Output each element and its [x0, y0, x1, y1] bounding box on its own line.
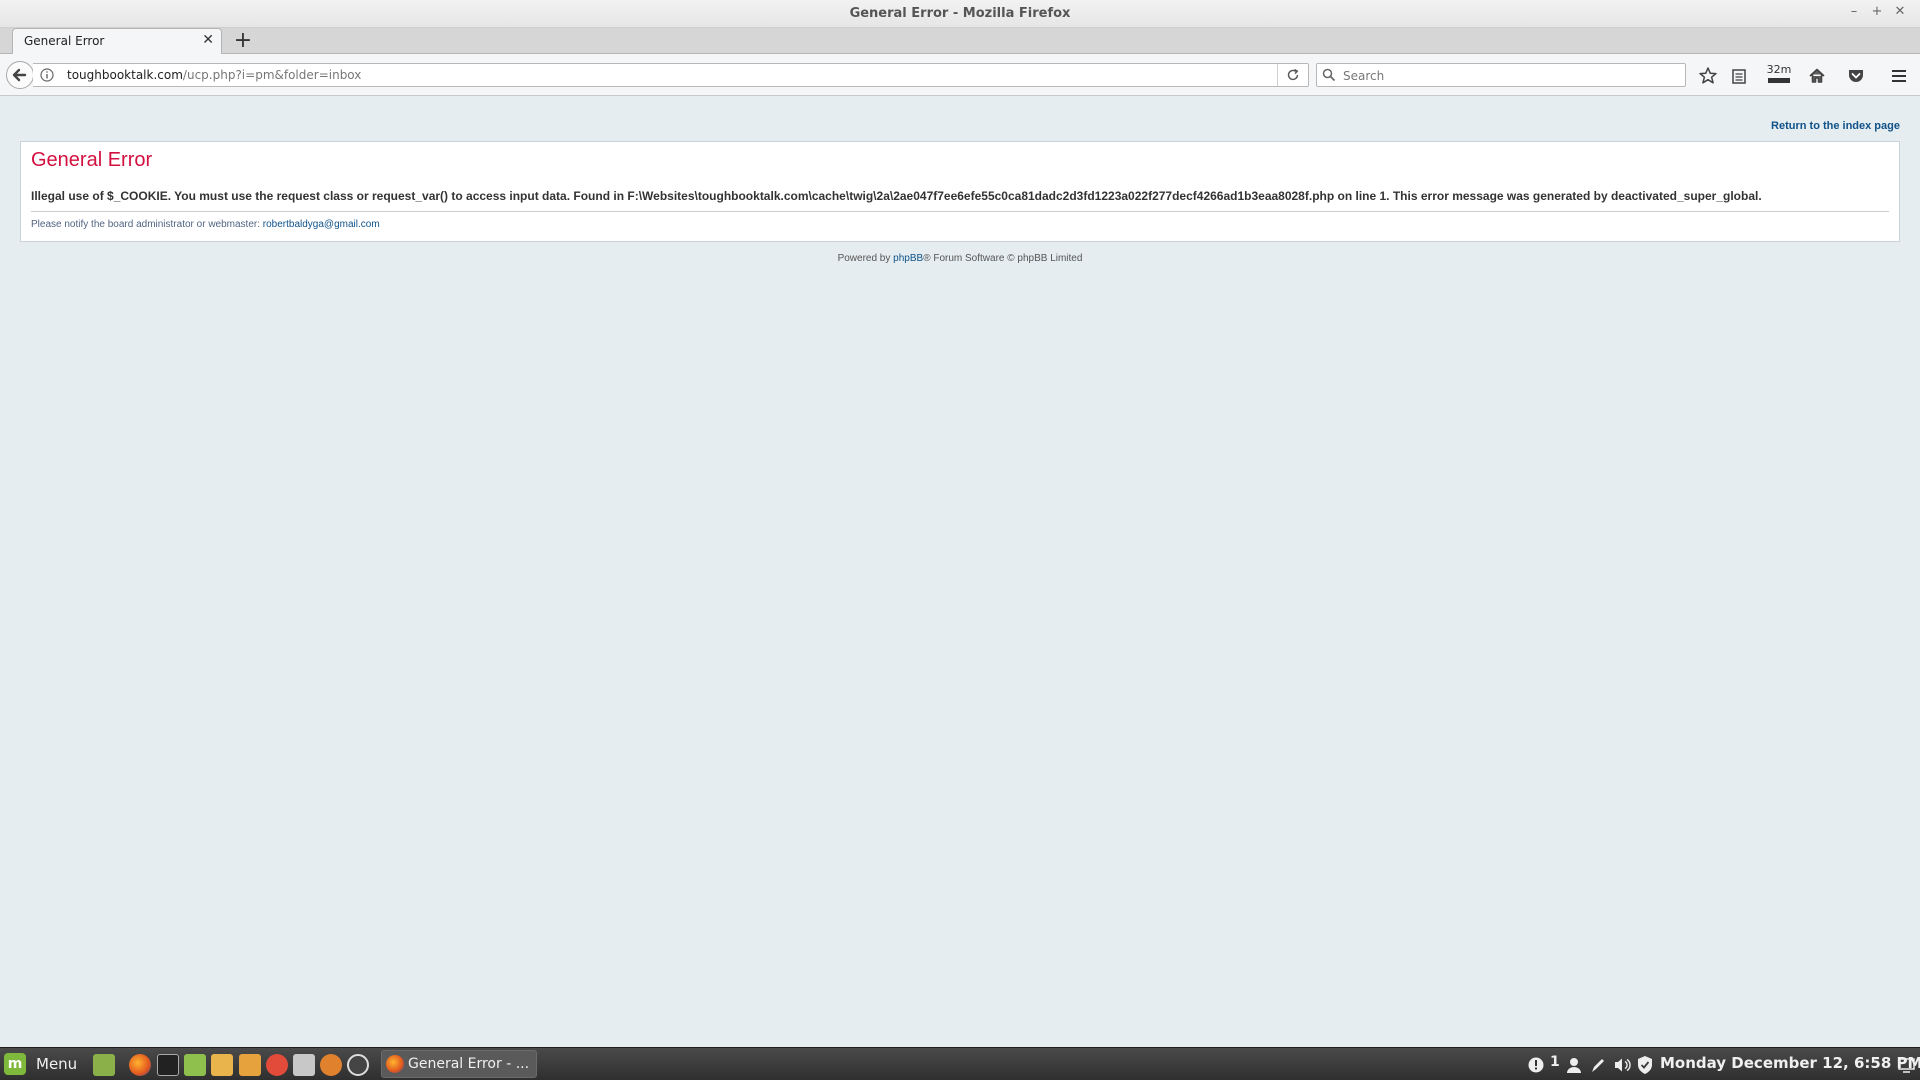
url-text[interactable]: toughbooktalk.com/ucp.php?i=pm&folder=in… [67, 68, 361, 82]
tab-close-icon[interactable]: ✕ [202, 32, 214, 48]
mint-logo-icon: m [4, 1053, 26, 1075]
hamburger-menu-icon[interactable] [1888, 65, 1910, 87]
firefox-launcher-icon[interactable] [129, 1054, 151, 1076]
webmaster-email-link[interactable]: robertbaldyga@gmail.com [263, 219, 380, 230]
timer-bar [1768, 78, 1790, 83]
search-icon [1322, 68, 1336, 82]
tab-general-error[interactable]: General Error ✕ [12, 28, 222, 55]
bookmark-star-icon[interactable] [1697, 65, 1719, 87]
task-label: General Error - ... [408, 1056, 530, 1072]
timer-addon-button[interactable]: 32m [1765, 63, 1793, 83]
files-launcher-icon[interactable] [184, 1054, 206, 1076]
menu-label: Menu [36, 1055, 78, 1073]
new-tab-button[interactable]: + [232, 28, 254, 54]
chrome-launcher-icon[interactable] [320, 1054, 342, 1076]
footer-suffix: ® Forum Software © phpBB Limited [923, 253, 1083, 264]
terminal-launcher-icon[interactable] [157, 1054, 179, 1076]
window-titlebar: General Error - Mozilla Firefox – + ✕ [0, 0, 1920, 28]
url-path: /ucp.php?i=pm&folder=inbox [182, 68, 362, 82]
reload-button[interactable] [1277, 64, 1308, 86]
page-content: Return to the index page General Error I… [0, 96, 1920, 1047]
show-desktop-icon[interactable] [93, 1054, 115, 1076]
phpbb-link[interactable]: phpBB [893, 253, 923, 264]
tab-label: General Error [24, 34, 105, 48]
page-footer: Powered by phpBB® Forum Software © phpBB… [0, 253, 1920, 264]
return-to-index-link[interactable]: Return to the index page [1771, 120, 1900, 132]
alert-icon[interactable] [1527, 1054, 1545, 1076]
back-button[interactable] [6, 61, 34, 89]
video-editor-launcher-icon[interactable] [239, 1054, 261, 1076]
url-domain: toughbooktalk.com [67, 68, 183, 82]
app-launcher-icon[interactable] [347, 1054, 369, 1076]
navigation-toolbar: toughbooktalk.com/ucp.php?i=pm&folder=in… [0, 54, 1920, 96]
search-input[interactable] [1341, 65, 1675, 87]
notify-text: Please notify the board administrator or… [31, 219, 380, 230]
notify-label: Please notify the board administrator or… [31, 219, 263, 230]
workspace-icon[interactable] [1897, 1054, 1917, 1076]
user-icon[interactable] [1565, 1054, 1583, 1076]
url-bar[interactable]: toughbooktalk.com/ucp.php?i=pm&folder=in… [33, 63, 1309, 87]
tab-strip: General Error ✕ + [0, 28, 1920, 55]
bookmarks-list-icon[interactable] [1728, 65, 1750, 87]
firefox-icon [386, 1055, 404, 1073]
reload-icon [1287, 68, 1299, 81]
taskbar: m Menu General Error - ... 1 Monday Dece… [0, 1047, 1920, 1080]
window-title: General Error - Mozilla Firefox [849, 6, 1071, 21]
home-icon[interactable] [1806, 65, 1828, 87]
text-editor-launcher-icon[interactable] [211, 1054, 233, 1076]
pocket-icon[interactable] [1845, 65, 1867, 87]
clock: Monday December 12, 6:58 PM [1660, 1054, 1920, 1072]
close-window-button[interactable]: ✕ [1891, 4, 1909, 19]
error-heading: General Error [31, 149, 153, 171]
search-bar[interactable] [1316, 63, 1686, 87]
error-panel: General Error Illegal use of $_COOKIE. Y… [20, 141, 1900, 242]
media-launcher-icon[interactable] [266, 1054, 288, 1076]
footer-prefix: Powered by [837, 253, 894, 264]
start-menu-button[interactable]: m Menu [2, 1051, 86, 1077]
minimize-button[interactable]: – [1845, 4, 1863, 19]
info-icon[interactable] [40, 68, 54, 82]
tray-count: 1 [1550, 1054, 1560, 1070]
pen-icon[interactable] [1589, 1054, 1607, 1076]
back-arrow-icon [12, 68, 27, 82]
tools-launcher-icon[interactable] [293, 1054, 315, 1076]
shield-icon[interactable] [1636, 1054, 1654, 1076]
volume-icon[interactable] [1612, 1054, 1632, 1076]
divider [31, 211, 1889, 212]
task-firefox-window[interactable]: General Error - ... [381, 1050, 537, 1078]
error-message: Illegal use of $_COOKIE. You must use th… [31, 189, 1762, 203]
timer-badge-text: 32m [1766, 63, 1792, 76]
maximize-button[interactable]: + [1868, 4, 1886, 19]
